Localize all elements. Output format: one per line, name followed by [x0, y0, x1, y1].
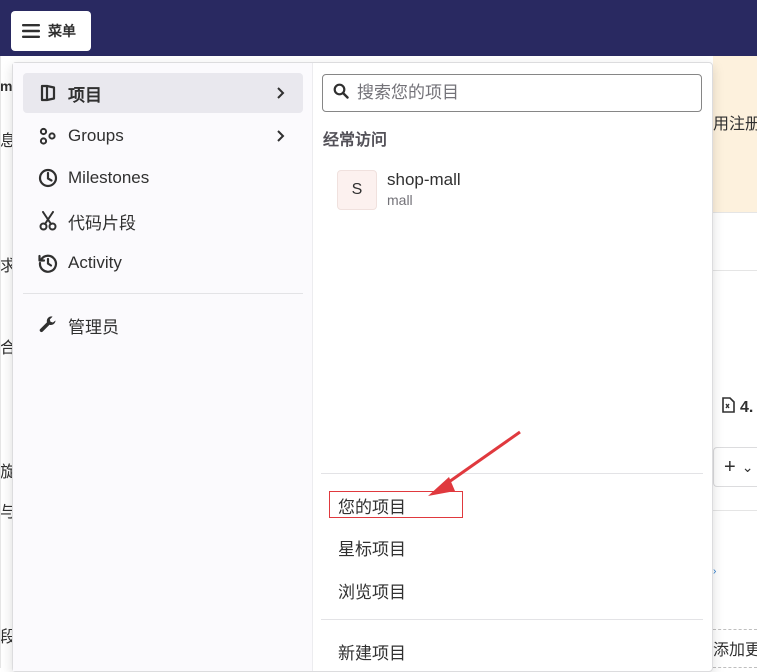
wrench-icon — [37, 314, 59, 336]
bg-divider — [713, 510, 757, 511]
projects-panel: 经常访问 S shop-mall mall 您的项目 星标项目 浏览项目 新建项… — [313, 63, 712, 671]
bg-add-dropdown[interactable]: + ⌄ — [713, 447, 757, 487]
groups-icon — [37, 125, 59, 147]
project-namespace: mall — [387, 192, 413, 208]
background-alert-banner — [713, 56, 757, 212]
chevron-right-icon — [275, 128, 285, 148]
frequent-project-item[interactable]: S shop-mall mall — [337, 167, 677, 217]
nav-item-groups[interactable]: Groups — [23, 116, 303, 156]
search-input[interactable] — [355, 82, 679, 104]
bg-file-count: 4. — [721, 397, 753, 418]
project-name: shop-mall — [387, 170, 461, 189]
plus-icon: + — [724, 455, 736, 478]
frequent-section-title: 经常访问 — [323, 132, 388, 149]
bg-divider — [713, 212, 757, 213]
scissors-icon — [37, 210, 59, 232]
bg-text-fragment: 用注册 — [713, 116, 757, 133]
project-icon — [37, 82, 59, 104]
menu-button[interactable]: 菜单 — [11, 11, 91, 51]
bg-divider — [0, 56, 1, 668]
nav-divider — [23, 293, 303, 294]
link-starred-projects[interactable]: 星标项目 — [338, 533, 406, 561]
history-icon — [37, 252, 59, 274]
nav-item-label: 管理员 — [68, 317, 119, 337]
nav-item-label: 代码片段 — [68, 213, 136, 233]
link-explore-projects[interactable]: 浏览项目 — [338, 576, 406, 604]
nav-item-activity[interactable]: Activity — [23, 243, 303, 283]
file-icon — [721, 397, 735, 418]
bg-divider — [713, 270, 757, 271]
nav-item-label: Activity — [68, 253, 122, 272]
chevron-down-icon: ⌄ — [741, 458, 754, 475]
nav-item-milestones[interactable]: Milestones — [23, 158, 303, 198]
top-navbar: 菜单 — [0, 0, 757, 56]
nav-item-label: Milestones — [68, 168, 150, 187]
menu-nav-column: 项目 Groups Milestones 代码片段 Activity 管理员 — [13, 63, 313, 671]
project-search-box[interactable] — [322, 74, 702, 112]
annotation-highlight-box — [329, 491, 463, 518]
bg-text-fragment: › — [713, 566, 717, 577]
nav-item-label: Groups — [68, 126, 124, 145]
chevron-right-icon — [275, 85, 285, 105]
nav-item-projects[interactable]: 项目 — [23, 73, 303, 113]
project-info: shop-mall mall — [387, 167, 461, 209]
search-icon — [333, 83, 349, 104]
panel-divider — [321, 619, 703, 620]
project-avatar: S — [337, 170, 377, 210]
menu-button-label: 菜单 — [48, 23, 76, 39]
hamburger-icon — [22, 24, 40, 38]
link-new-project[interactable]: 新建项目 — [338, 637, 406, 665]
bg-text-fragment: m — [0, 78, 13, 94]
bg-text-fragment: 添加更 — [713, 642, 757, 659]
main-menu-dropdown: 项目 Groups Milestones 代码片段 Activity 管理员 搜… — [12, 62, 713, 672]
panel-divider — [321, 473, 703, 474]
nav-item-label: 项目 — [68, 85, 102, 105]
nav-item-snippets[interactable]: 代码片段 — [23, 201, 303, 241]
clock-icon — [37, 167, 59, 189]
nav-item-admin[interactable]: 管理员 — [23, 305, 303, 345]
